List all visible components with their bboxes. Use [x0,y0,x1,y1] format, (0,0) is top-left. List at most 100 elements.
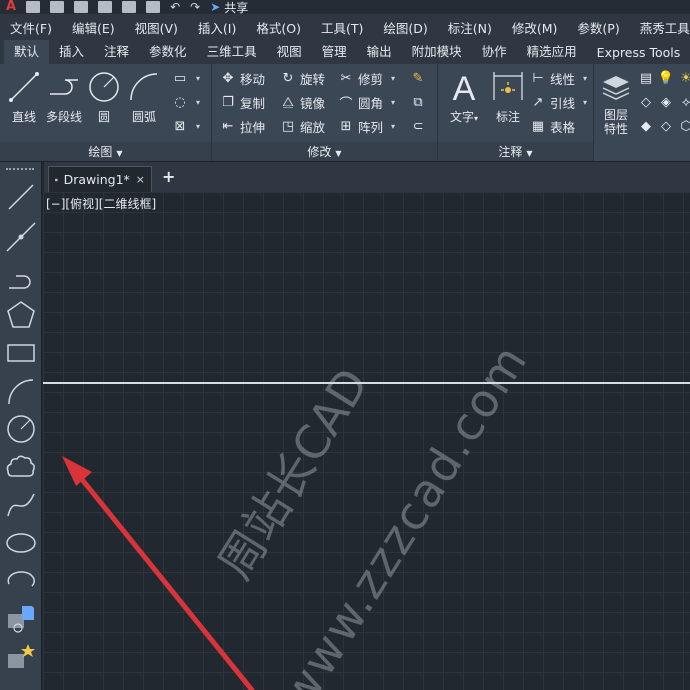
scale-label: 缩放 [300,119,326,135]
palette-polygon-tool[interactable] [2,296,40,334]
tab-collaborate[interactable]: 协作 [472,40,517,64]
close-icon[interactable]: × [136,173,145,186]
annotation-panel-title[interactable]: 注释 ▼ [438,142,593,161]
polyline-tool[interactable]: 多段线 [42,70,86,125]
layer-freeze-icon: ◆ [641,118,651,134]
menu-tools[interactable]: 工具(T) [321,18,363,37]
save-icon[interactable] [74,1,89,13]
palette-insert-block-tool[interactable] [2,600,40,638]
array-label: 阵列 [358,119,384,135]
menu-view[interactable]: 视图(V) [135,18,178,37]
save-as-icon[interactable] [98,1,113,13]
linear-dimension-tool[interactable]: ⊢ 线性 ▾ [530,68,587,88]
menu-insert[interactable]: 插入(I) [198,18,236,37]
dimension-tool[interactable]: 标注 [486,70,530,125]
mirror-tool[interactable]: ⧋ 镜像 [280,92,325,112]
hatch-tool[interactable]: ◌ ▾ [172,92,200,112]
rotate-tool[interactable]: ↻ 旋转 [280,68,325,88]
chevron-down-icon: ▾ [196,97,201,107]
layer-state-tool[interactable]: ▤💡☀🔒 [638,68,690,88]
text-a-icon: A [453,70,476,104]
palette-ellipse-tool[interactable] [2,524,40,562]
layer-tools-row2[interactable]: ◇ ◈ ⟡ [638,92,690,112]
layer-tools-row3[interactable]: ◆ ◇ ⬡ [638,116,690,136]
palette-arc-tool[interactable] [2,372,40,410]
ellipse-icon [6,533,36,553]
chevron-down-icon: ▾ [196,121,201,131]
new-icon[interactable] [26,1,41,13]
menu-dimension[interactable]: 标注(N) [448,18,492,37]
leader-tool[interactable]: ↗ 引线 ▾ [530,92,587,112]
menu-edit[interactable]: 编辑(E) [72,18,115,37]
palette-circle-tool[interactable] [2,410,40,448]
circle-tool[interactable]: 圆 [82,70,126,125]
layer-match-icon: ◈ [661,94,671,110]
share-button[interactable]: ➤ 共享 [210,0,248,14]
palette-ellipse-arc-tool[interactable] [2,562,40,600]
erase-tool[interactable]: ✎ [410,68,426,88]
viewport-controls-label[interactable]: [−][俯视][二维线框] [46,195,156,212]
palette-create-block-tool[interactable] [2,638,40,676]
arc-tool[interactable]: 圆弧 [122,70,166,125]
tab-output[interactable]: 输出 [357,40,402,64]
explode-tool[interactable]: ⧉ [410,92,426,112]
tab-3d-tools[interactable]: 三维工具 [197,40,267,64]
draw-panel-title[interactable]: 绘图 ▼ [0,142,211,161]
tab-manage[interactable]: 管理 [312,40,357,64]
tab-express-tools[interactable]: Express Tools [587,41,690,64]
trim-tool[interactable]: ✂ 修剪 ▾ [338,68,395,88]
tab-view[interactable]: 视图 [267,40,312,64]
menu-parametric[interactable]: 参数(P) [577,18,619,37]
tab-addins[interactable]: 附加模块 [402,40,472,64]
redo-icon[interactable]: ↷ [190,0,200,14]
print-icon[interactable] [146,1,161,13]
ribbon-tabs: 默认 插入 注释 参数化 三维工具 视图 管理 输出 附加模块 协作 精选应用 … [0,40,690,64]
app-logo[interactable]: A [6,0,16,14]
rectangle-tool[interactable]: ▭ ▾ [172,68,200,88]
move-tool[interactable]: ✥ 移动 [220,68,265,88]
menu-format[interactable]: 格式(O) [256,18,301,37]
modify-panel-title[interactable]: 修改 ▼ [212,142,437,161]
upload-icon[interactable] [122,1,137,13]
file-tab-label: Drawing1* [63,172,130,187]
layer-state-icon: ▤ [639,70,653,86]
draw-tool-palette [0,162,42,690]
layer-properties-tool[interactable]: 图层 特性 [594,70,638,136]
undo-icon[interactable]: ↶ [170,0,180,14]
tab-featured-apps[interactable]: 精选应用 [517,40,587,64]
stretch-tool[interactable]: ⇤ 拉伸 [220,116,265,136]
fillet-tool[interactable]: ⌒ 圆角 ▾ [338,92,395,112]
menu-yanxiu[interactable]: 燕秀工具箱2.8 [640,18,690,37]
menu-draw[interactable]: 绘图(D) [383,18,427,37]
array-tool[interactable]: ⊞ 阵列 ▾ [338,116,395,136]
tab-insert[interactable]: 插入 [49,40,94,64]
tab-annotate[interactable]: 注释 [94,40,139,64]
file-tab-drawing1[interactable]: 18 Drawing1* × [48,166,152,192]
menu-modify[interactable]: 修改(M) [512,18,558,37]
new-tab-icon[interactable]: + [162,167,175,186]
palette-construction-line-tool[interactable] [2,218,40,256]
copy-tool[interactable]: ❐ 复制 [220,92,265,112]
boundary-tool[interactable]: ⊠ ▾ [172,116,200,136]
tab-parametric[interactable]: 参数化 [139,40,197,64]
move-label: 移动 [240,71,266,87]
palette-polyline-tool[interactable] [2,258,40,296]
line-tool[interactable]: 直线 [2,70,46,125]
palette-line-tool[interactable] [2,178,40,216]
offset-tool[interactable]: ⊂ [410,116,426,136]
circle-label: 圆 [97,110,110,124]
table-tool[interactable]: ▦ 表格 [530,116,575,136]
chevron-down-icon: ▾ [391,121,396,131]
cloud-icon [6,455,35,477]
offset-icon: ⊂ [412,118,424,134]
chevron-down-icon: ▾ [391,97,396,107]
text-tool[interactable]: A 文字▾ [442,70,486,125]
menu-file[interactable]: 文件(F) [10,18,52,37]
tab-default[interactable]: 默认 [4,40,50,64]
palette-rectangle-tool[interactable] [2,334,40,372]
open-icon[interactable] [50,1,65,13]
palette-grip[interactable] [6,168,34,172]
palette-revision-cloud-tool[interactable] [2,448,40,486]
scale-tool[interactable]: ◳ 缩放 [280,116,325,136]
palette-spline-tool[interactable] [2,486,40,524]
